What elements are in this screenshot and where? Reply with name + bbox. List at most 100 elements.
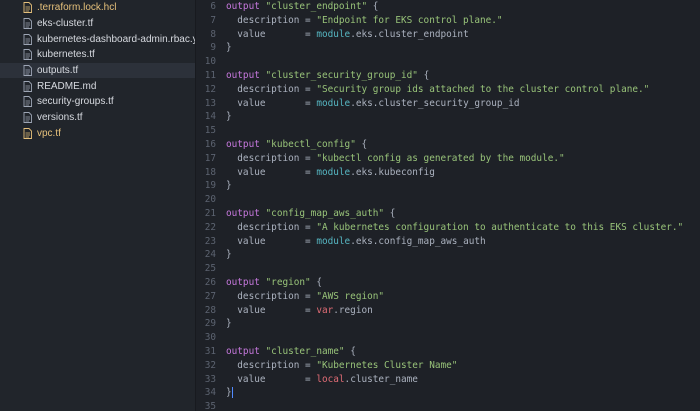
file-icon [23,18,32,29]
code-text: description = "Security group ids attach… [226,83,649,97]
file-item[interactable]: kubernetes-dashboard-admin.rbac.yaml [0,31,195,47]
file-name: kubernetes.tf [37,49,95,61]
code-editor[interactable]: 6 output "cluster_endpoint" {7 descriptio… [196,0,700,411]
code-line: 26 output "region" { [196,276,700,290]
code-token: } [226,111,232,123]
code-line: 32 description = "Kubernetes Cluster Nam… [196,359,700,373]
code-token: description = [226,152,317,164]
file-item[interactable]: versions.tf [0,110,195,126]
line-number: 12 [204,83,216,95]
code-text: value = module.eks.config_map_aws_auth [226,235,486,249]
code-text: description = "A kubernetes configuratio… [226,221,683,235]
code-token: .cluster_name [344,373,418,385]
line-number: 32 [204,359,216,371]
code-token: { [344,345,356,357]
file-item[interactable]: eks-cluster.tf [0,16,195,32]
code-token: description = [226,290,317,302]
line-number: 26 [204,276,216,288]
code-token: } [226,42,232,54]
code-text: value = module.eks.cluster_endpoint [226,28,469,42]
line-number: 15 [204,125,216,137]
code-token: { [355,138,368,150]
line-number: 23 [204,235,216,247]
line-number: 35 [204,401,216,411]
file-item[interactable]: README.md [0,78,195,94]
line-number: 10 [204,56,216,68]
code-token: value = [226,304,317,316]
code-line: 31 output "cluster_name" { [196,345,700,359]
code-token: output [226,1,260,12]
code-token: "kubectl_config" [265,138,356,150]
code-text: description = "Kubernetes Cluster Name" [226,359,457,373]
code-text: description = "Endpoint for EKS control … [226,14,502,28]
code-token: "cluster_security_group_id" [265,69,418,81]
code-token: output [226,138,260,150]
file-item[interactable]: .terraform.lock.hcl [0,0,195,16]
code-token: value = [226,373,317,385]
code-token: { [367,1,379,12]
line-number: 33 [204,373,216,385]
code-token: "cluster_endpoint" [265,1,368,12]
file-item[interactable]: security-groups.tf [0,94,195,110]
code-token: description = [226,221,317,233]
code-token: "Security group ids attached to the clus… [316,83,650,95]
file-name: README.md [37,80,97,92]
code-line: 16 output "kubectl_config" { [196,138,700,152]
code-text: description = "AWS region" [226,290,384,304]
code-text: output "cluster_endpoint" { [226,0,378,14]
code-line: 23 value = module.eks.config_map_aws_aut… [196,235,700,249]
code-line: 17 description = "kubectl config as gene… [196,152,700,166]
code-token: .eks.cluster_security_group_id [350,97,520,109]
code-line: 8 value = module.eks.cluster_endpoint [196,28,700,42]
code-token: .eks.config_map_aws_auth [350,235,486,247]
file-icon [23,33,32,45]
code-line: 13 value = module.eks.cluster_security_g… [196,97,700,111]
code-token: .eks.cluster_endpoint [350,28,469,40]
code-token: module [316,166,351,178]
code-line: 10 [196,55,700,69]
line-number: 25 [204,263,216,275]
line-number: 14 [204,111,216,123]
code-token: "cluster_name" [265,345,345,357]
file-item[interactable]: vpc.tf [0,126,195,142]
line-number: 11 [204,69,216,81]
file-item[interactable]: kubernetes.tf [0,47,195,63]
code-line: 7 description = "Endpoint for EKS contro… [196,14,700,28]
file-name: .terraform.lock.hcl [37,2,117,14]
code-line: 19} [196,179,700,193]
line-number: 34 [204,387,216,399]
line-number: 18 [204,166,216,178]
code-token: value = [226,28,317,40]
line-number: 16 [204,138,216,150]
line-number: 31 [204,345,216,357]
code-token: "Kubernetes Cluster Name" [316,359,458,371]
line-number: 9 [210,42,216,54]
code-line: 21 output "config_map_aws_auth" { [196,207,700,221]
code-line: 20 [196,193,700,207]
code-line: 6 output "cluster_endpoint" { [196,0,700,14]
file-icon [23,112,32,124]
code-line: 24} [196,248,700,262]
code-line: 30 [196,331,700,345]
file-name: security-groups.tf [37,96,114,108]
file-item[interactable]: outputs.tf [0,62,195,79]
code-token: value = [226,166,317,178]
code-line: 34} [196,386,700,400]
line-number: 21 [204,207,216,219]
code-line: 9} [196,41,700,55]
code-token: description = [226,359,317,371]
code-line: 25 [196,262,700,276]
file-tree: .terraform.lock.hcl eks-cluster.tf kuberne… [0,0,196,411]
code-token: .eks.kubeconfig [350,166,435,178]
line-number: 30 [204,332,216,344]
code-text: } [226,41,232,55]
code-text: description = "kubectl config as generat… [226,152,564,166]
code-token: output [226,207,260,219]
code-text: } [226,110,232,124]
code-token: { [384,207,396,219]
line-number: 17 [204,152,216,164]
line-number: 29 [204,318,216,330]
code-token: var [316,304,334,316]
line-number: 24 [204,249,216,261]
line-number: 6 [210,1,216,12]
